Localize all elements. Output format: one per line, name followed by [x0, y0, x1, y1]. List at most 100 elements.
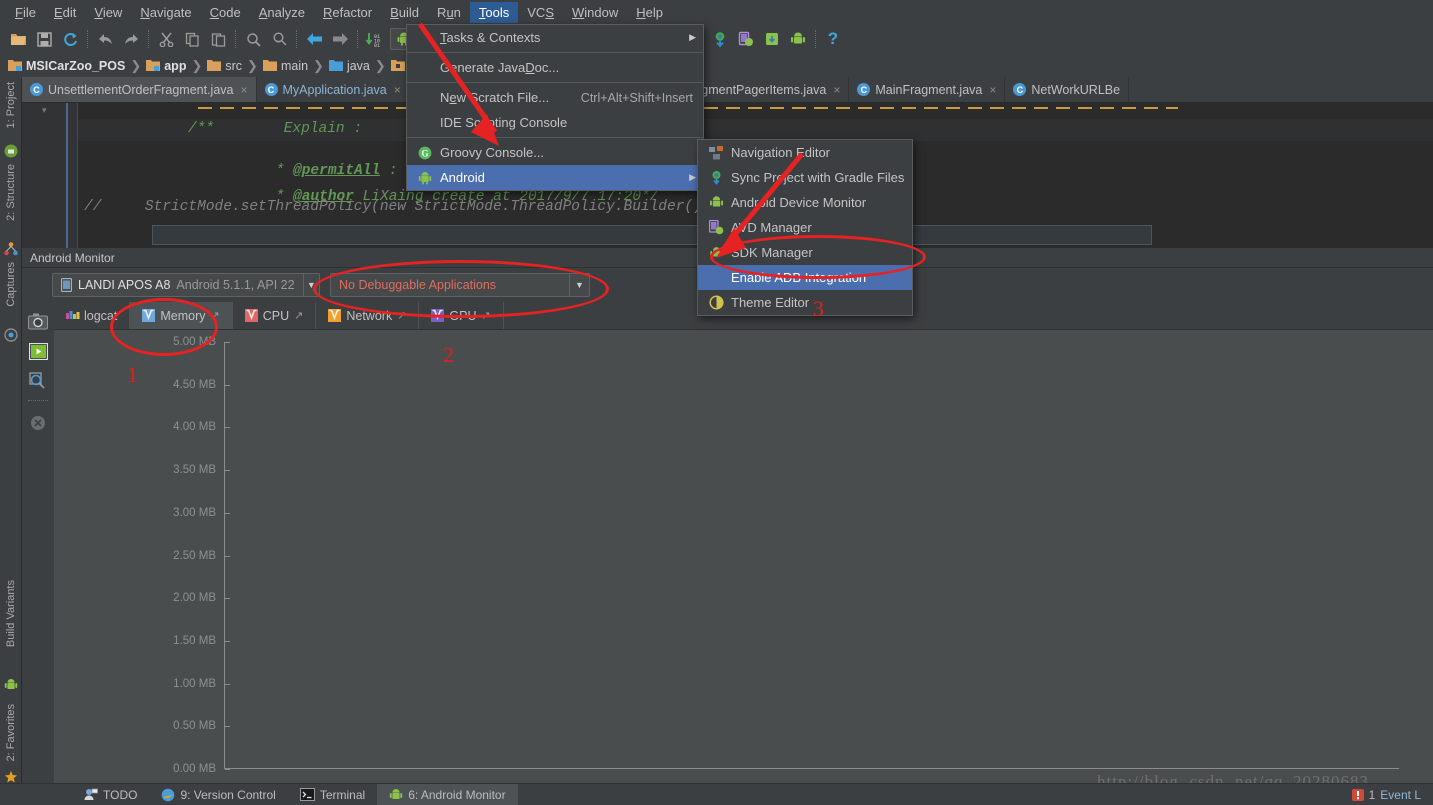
pin-icon[interactable]: ↗ [294, 309, 303, 322]
close-icon[interactable]: × [989, 83, 996, 97]
status-bar-item-6-android-monitor[interactable]: 6: Android Monitor [377, 783, 518, 805]
tools-menu[interactable]: Tasks & Contexts ▶ Generate JavaDoc... New … [406, 24, 704, 191]
screenshot-icon[interactable] [22, 306, 54, 336]
device-selector[interactable]: LANDI APOS A8 Android 5.1.1, API 22 ▼ [52, 273, 320, 297]
android-submenu[interactable]: Navigation Editor Sync Project with Gradl… [697, 139, 913, 316]
menu-item-code[interactable]: Code [201, 2, 250, 23]
sidebar-item-project[interactable]: 1: Project [1, 82, 21, 128]
menu-item-vcs[interactable]: VCS [518, 2, 563, 23]
android-menu-item-theme-editor[interactable]: Theme Editor [698, 290, 912, 315]
tools-menu-item-groovy-console[interactable]: G Groovy Console... [407, 140, 703, 165]
menu-item-help[interactable]: Help [627, 2, 672, 23]
breadcrumb-separator: ❯ [191, 57, 203, 73]
editor-tab-label: FragmentPagerItems.java [682, 82, 827, 97]
android-menu-item-android-device-monitor[interactable]: Android Device Monitor [698, 190, 912, 215]
close-icon[interactable]: × [241, 83, 248, 97]
undo-icon[interactable] [92, 27, 118, 51]
forward-icon[interactable] [327, 27, 353, 51]
status-bar-item-event-log[interactable]: 1 Event L [1340, 784, 1433, 805]
status-bar-item-9-version-control[interactable]: 9: Version Control [149, 784, 287, 805]
editor-tab-label: UnsettlementOrderFragment.java [48, 82, 234, 97]
editor-gutter: ▾ [22, 103, 78, 248]
menu-item-label: IDE Scripting Console [440, 115, 568, 130]
compile-icon[interactable]: 01 10 01 [362, 27, 388, 51]
menu-item-no-icon [417, 30, 433, 46]
memory-plot-canvas[interactable] [224, 342, 1399, 770]
editor-tab-networkurlbe[interactable]: C NetWorkURLBe [1005, 77, 1130, 102]
android-menu-item-navigation-editor[interactable]: Navigation Editor [698, 140, 912, 165]
close-icon[interactable]: × [394, 83, 401, 97]
y-axis-tick [225, 470, 230, 472]
menu-item-label: New Scratch File... [440, 90, 550, 105]
redo-icon[interactable] [118, 27, 144, 51]
status-bar-item-terminal[interactable]: Terminal [288, 784, 377, 805]
menu-item-view[interactable]: View [85, 2, 131, 23]
breadcrumb-item-src[interactable]: src [207, 59, 242, 73]
menu-item-refactor[interactable]: Refactor [314, 2, 381, 23]
sidebar-item-favorites[interactable]: 2: Favorites [1, 704, 21, 761]
copy-icon[interactable] [179, 27, 205, 51]
folder-icon [262, 59, 277, 72]
breadcrumb-item-msicarzoo_pos[interactable]: MSICarZoo_POS [8, 59, 125, 73]
menu-item-tools[interactable]: Tools [469, 2, 519, 23]
annotation-ellipse-enable-adb [710, 235, 926, 279]
status-bar-item-todo[interactable]: TODO [72, 784, 149, 805]
android-icon [4, 678, 18, 697]
editor-tab-myapplication-java[interactable]: C MyApplication.java × [257, 77, 410, 102]
editor-tab-unsettlementorderfragment-java[interactable]: C UnsettlementOrderFragment.java × [22, 77, 257, 102]
breadcrumb-item-app[interactable]: app [146, 59, 186, 73]
cut-icon[interactable] [153, 27, 179, 51]
submenu-arrow-icon: ▶ [689, 32, 696, 42]
structure-icon [4, 242, 18, 261]
memory-chart[interactable]: 5.00 MB 4.50 MB 4.00 MB 3.50 MB 3.00 MB 2.50 … [54, 330, 1433, 783]
menu-item-run[interactable]: Run [428, 2, 470, 23]
status-bar-label: Terminal [319, 787, 366, 802]
screen-record-icon[interactable] [22, 336, 54, 366]
open-folder-icon[interactable] [5, 27, 31, 51]
tools-menu-item-new-scratch-file[interactable]: New Scratch File... Ctrl+Alt+Shift+Insert [407, 85, 703, 110]
sdk-manager-icon[interactable] [759, 27, 785, 51]
sync-icon[interactable] [57, 27, 83, 51]
sidebar-item-captures[interactable]: Captures [1, 262, 21, 307]
java-class-icon: C [30, 83, 43, 96]
android-menu-item-sync-project-with-gradle-files[interactable]: Sync Project with Gradle Files [698, 165, 912, 190]
menu-item-no-icon [417, 60, 433, 76]
breadcrumb-item-java[interactable]: java [328, 59, 370, 73]
breadcrumb-item-main[interactable]: main [262, 59, 308, 73]
sidebar-item-structure[interactable]: 2: Structure [1, 164, 21, 221]
menu-item-window[interactable]: Window [563, 2, 627, 23]
menu-item-analyze[interactable]: Analyze [250, 2, 314, 23]
android-device-monitor-icon[interactable] [785, 27, 811, 51]
menu-item-edit[interactable]: Edit [45, 2, 85, 23]
replace-icon[interactable] [266, 27, 292, 51]
back-icon[interactable] [301, 27, 327, 51]
close-icon[interactable]: × [833, 83, 840, 97]
paste-icon[interactable] [205, 27, 231, 51]
tools-menu-item-android[interactable]: Android ▶ [407, 165, 703, 190]
y-axis-tick-label: 1.50 MB [173, 634, 216, 647]
tools-menu-item-generate-javadoc[interactable]: Generate JavaDoc... [407, 55, 703, 80]
menu-item-build[interactable]: Build [381, 2, 428, 23]
layout-inspector-icon[interactable] [22, 366, 54, 396]
tools-menu-item-tasks-contexts[interactable]: Tasks & Contexts ▶ [407, 25, 703, 50]
status-bar-label: 9: Version Control [180, 787, 276, 802]
breadcrumb-label: MSICarZoo_POS [26, 58, 126, 73]
y-axis-tick [225, 683, 230, 685]
android-icon [389, 788, 403, 802]
android-monitor-tools [22, 302, 54, 783]
menu-item-file[interactable]: File [6, 2, 45, 23]
editor-tab-mainfragment-java[interactable]: C MainFragment.java × [849, 77, 1006, 102]
sidebar-item-build-variants[interactable]: Build Variants [1, 580, 21, 647]
editor-tab-bar: C UnsettlementOrderFragment.java × C MyAppli… [22, 77, 1433, 103]
tools-menu-item-ide-scripting-console[interactable]: IDE Scripting Console [407, 110, 703, 135]
gradle-sync-icon[interactable] [707, 27, 733, 51]
android-icon [417, 170, 433, 186]
save-icon[interactable] [31, 27, 57, 51]
find-icon[interactable] [240, 27, 266, 51]
menu-item-navigate[interactable]: Navigate [131, 2, 200, 23]
monitor-tab-cpu[interactable]: CPU ↗ [233, 302, 317, 329]
y-axis-tick [225, 427, 230, 429]
help-icon[interactable]: ? [820, 27, 846, 51]
terminate-icon[interactable] [22, 408, 54, 438]
avd-manager-icon[interactable] [733, 27, 759, 51]
